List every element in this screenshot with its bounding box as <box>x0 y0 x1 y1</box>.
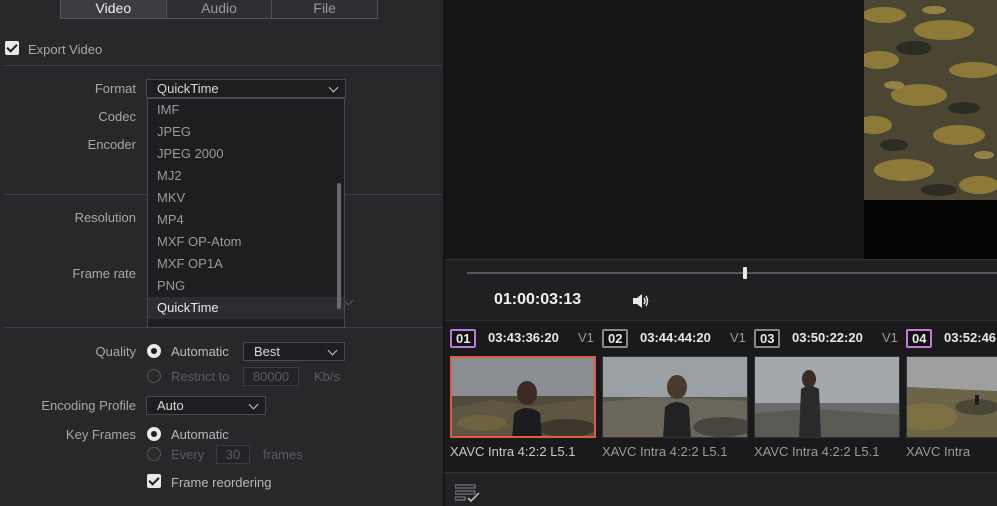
key-frames-automatic-radio[interactable] <box>147 427 161 441</box>
format-menu: IMF JPEG JPEG 2000 MJ2 MKV MP4 MXF OP-At… <box>147 98 345 328</box>
format-label: Format <box>94 81 136 96</box>
bitrate-input[interactable]: 80000 <box>243 367 299 386</box>
clip-number-badge: 01 <box>450 329 477 348</box>
clip-caption: XAVC Intra 4:2:2 L5.1 <box>754 444 880 459</box>
render-queue-icon[interactable] <box>454 484 481 505</box>
clip-thumbnail[interactable] <box>906 356 997 438</box>
clip-track: V1 <box>578 330 594 345</box>
encoding-profile-dropdown[interactable]: Auto <box>146 396 266 415</box>
format-option-mkv[interactable]: MKV <box>148 187 344 209</box>
format-option-quicktime[interactable]: QuickTime <box>148 297 344 319</box>
quality-label: Quality <box>95 344 136 359</box>
format-option-mp4[interactable]: MP4 <box>148 209 344 231</box>
format-option-jpeg-2000[interactable]: JPEG 2000 <box>148 143 344 165</box>
chevron-down-icon <box>248 399 259 410</box>
format-option-jpeg[interactable]: JPEG <box>148 121 344 143</box>
tab-video[interactable]: Video <box>61 0 167 18</box>
tab-file[interactable]: File <box>272 0 378 18</box>
settings-tabs: Video Audio File <box>60 0 378 19</box>
quality-automatic-label: Automatic <box>171 344 229 359</box>
preview-letterbox <box>864 200 997 259</box>
clip-number-badge: 02 <box>602 329 629 348</box>
tab-audio[interactable]: Audio <box>166 0 273 18</box>
clip-thumbnail[interactable] <box>754 356 900 438</box>
frame-reordering-checkbox[interactable] <box>147 474 161 488</box>
export-video-label: Export Video <box>28 42 103 57</box>
clip-caption: XAVC Intra 4:2:2 L5.1 <box>450 444 576 459</box>
clip-thumbnail[interactable] <box>450 356 596 438</box>
format-option-mxf-op1a[interactable]: MXF OP1A <box>148 253 344 275</box>
transport-bar <box>445 259 997 320</box>
clip-track: V1 <box>730 330 746 345</box>
menu-scrollbar[interactable] <box>337 183 341 309</box>
clip-timecode: 03:44:44:20 <box>640 330 711 345</box>
export-video-checkbox[interactable] <box>5 41 19 55</box>
format-option-mj2[interactable]: MJ2 <box>148 165 344 187</box>
clip-track: V1 <box>882 330 898 345</box>
chevron-down-icon <box>328 82 339 93</box>
format-option-mxf-op-atom[interactable]: MXF OP-Atom <box>148 231 344 253</box>
frame-reordering-label: Frame reordering <box>171 475 272 490</box>
clip-thumbnail[interactable] <box>602 356 748 438</box>
clip-number-badge: 03 <box>754 329 781 348</box>
speaker-icon[interactable] <box>632 293 650 312</box>
key-frames-unit: frames <box>263 447 303 462</box>
clip-caption: XAVC Intra <box>906 444 971 459</box>
frame-rate-label: Frame rate <box>72 266 136 281</box>
preview-image <box>864 0 997 200</box>
key-frames-every-label: Every <box>171 447 205 462</box>
bitrate-unit: Kb/s <box>314 369 341 384</box>
scrubber-track[interactable] <box>467 272 997 274</box>
format-value: QuickTime <box>157 81 219 96</box>
key-frames-automatic-label: Automatic <box>171 427 229 442</box>
encoding-profile-label: Encoding Profile <box>41 398 136 413</box>
quality-value: Best <box>254 344 281 359</box>
playhead[interactable] <box>743 267 747 279</box>
chevron-down-icon <box>327 345 338 356</box>
encoder-label: Encoder <box>87 137 136 152</box>
quality-automatic-radio[interactable] <box>147 344 161 358</box>
format-dropdown[interactable]: QuickTime <box>146 79 346 98</box>
viewer-timecode: 01:00:03:13 <box>494 291 582 308</box>
clip-caption: XAVC Intra 4:2:2 L5.1 <box>602 444 728 459</box>
quality-restrict-label: Restrict to <box>171 369 230 384</box>
resolution-label: Resolution <box>74 210 136 225</box>
quality-restrict-radio[interactable] <box>147 369 161 383</box>
clip-number-badge: 04 <box>906 329 933 348</box>
clip-timecode: 03:52:46: <box>944 330 997 345</box>
format-option-imf[interactable]: IMF <box>148 99 344 121</box>
codec-label: Codec <box>98 109 136 124</box>
key-frames-input[interactable]: 30 <box>216 445 250 464</box>
encoding-profile-value: Auto <box>157 398 184 413</box>
divider <box>4 65 443 66</box>
quality-dropdown[interactable]: Best <box>243 342 345 361</box>
clip-timecode: 03:43:36:20 <box>488 330 559 345</box>
key-frames-label: Key Frames <box>65 427 136 442</box>
key-frames-every-radio[interactable] <box>147 447 161 461</box>
clip-timecode: 03:50:22:20 <box>792 330 863 345</box>
format-option-png[interactable]: PNG <box>148 275 344 297</box>
clips-bottom-bar <box>445 472 997 506</box>
